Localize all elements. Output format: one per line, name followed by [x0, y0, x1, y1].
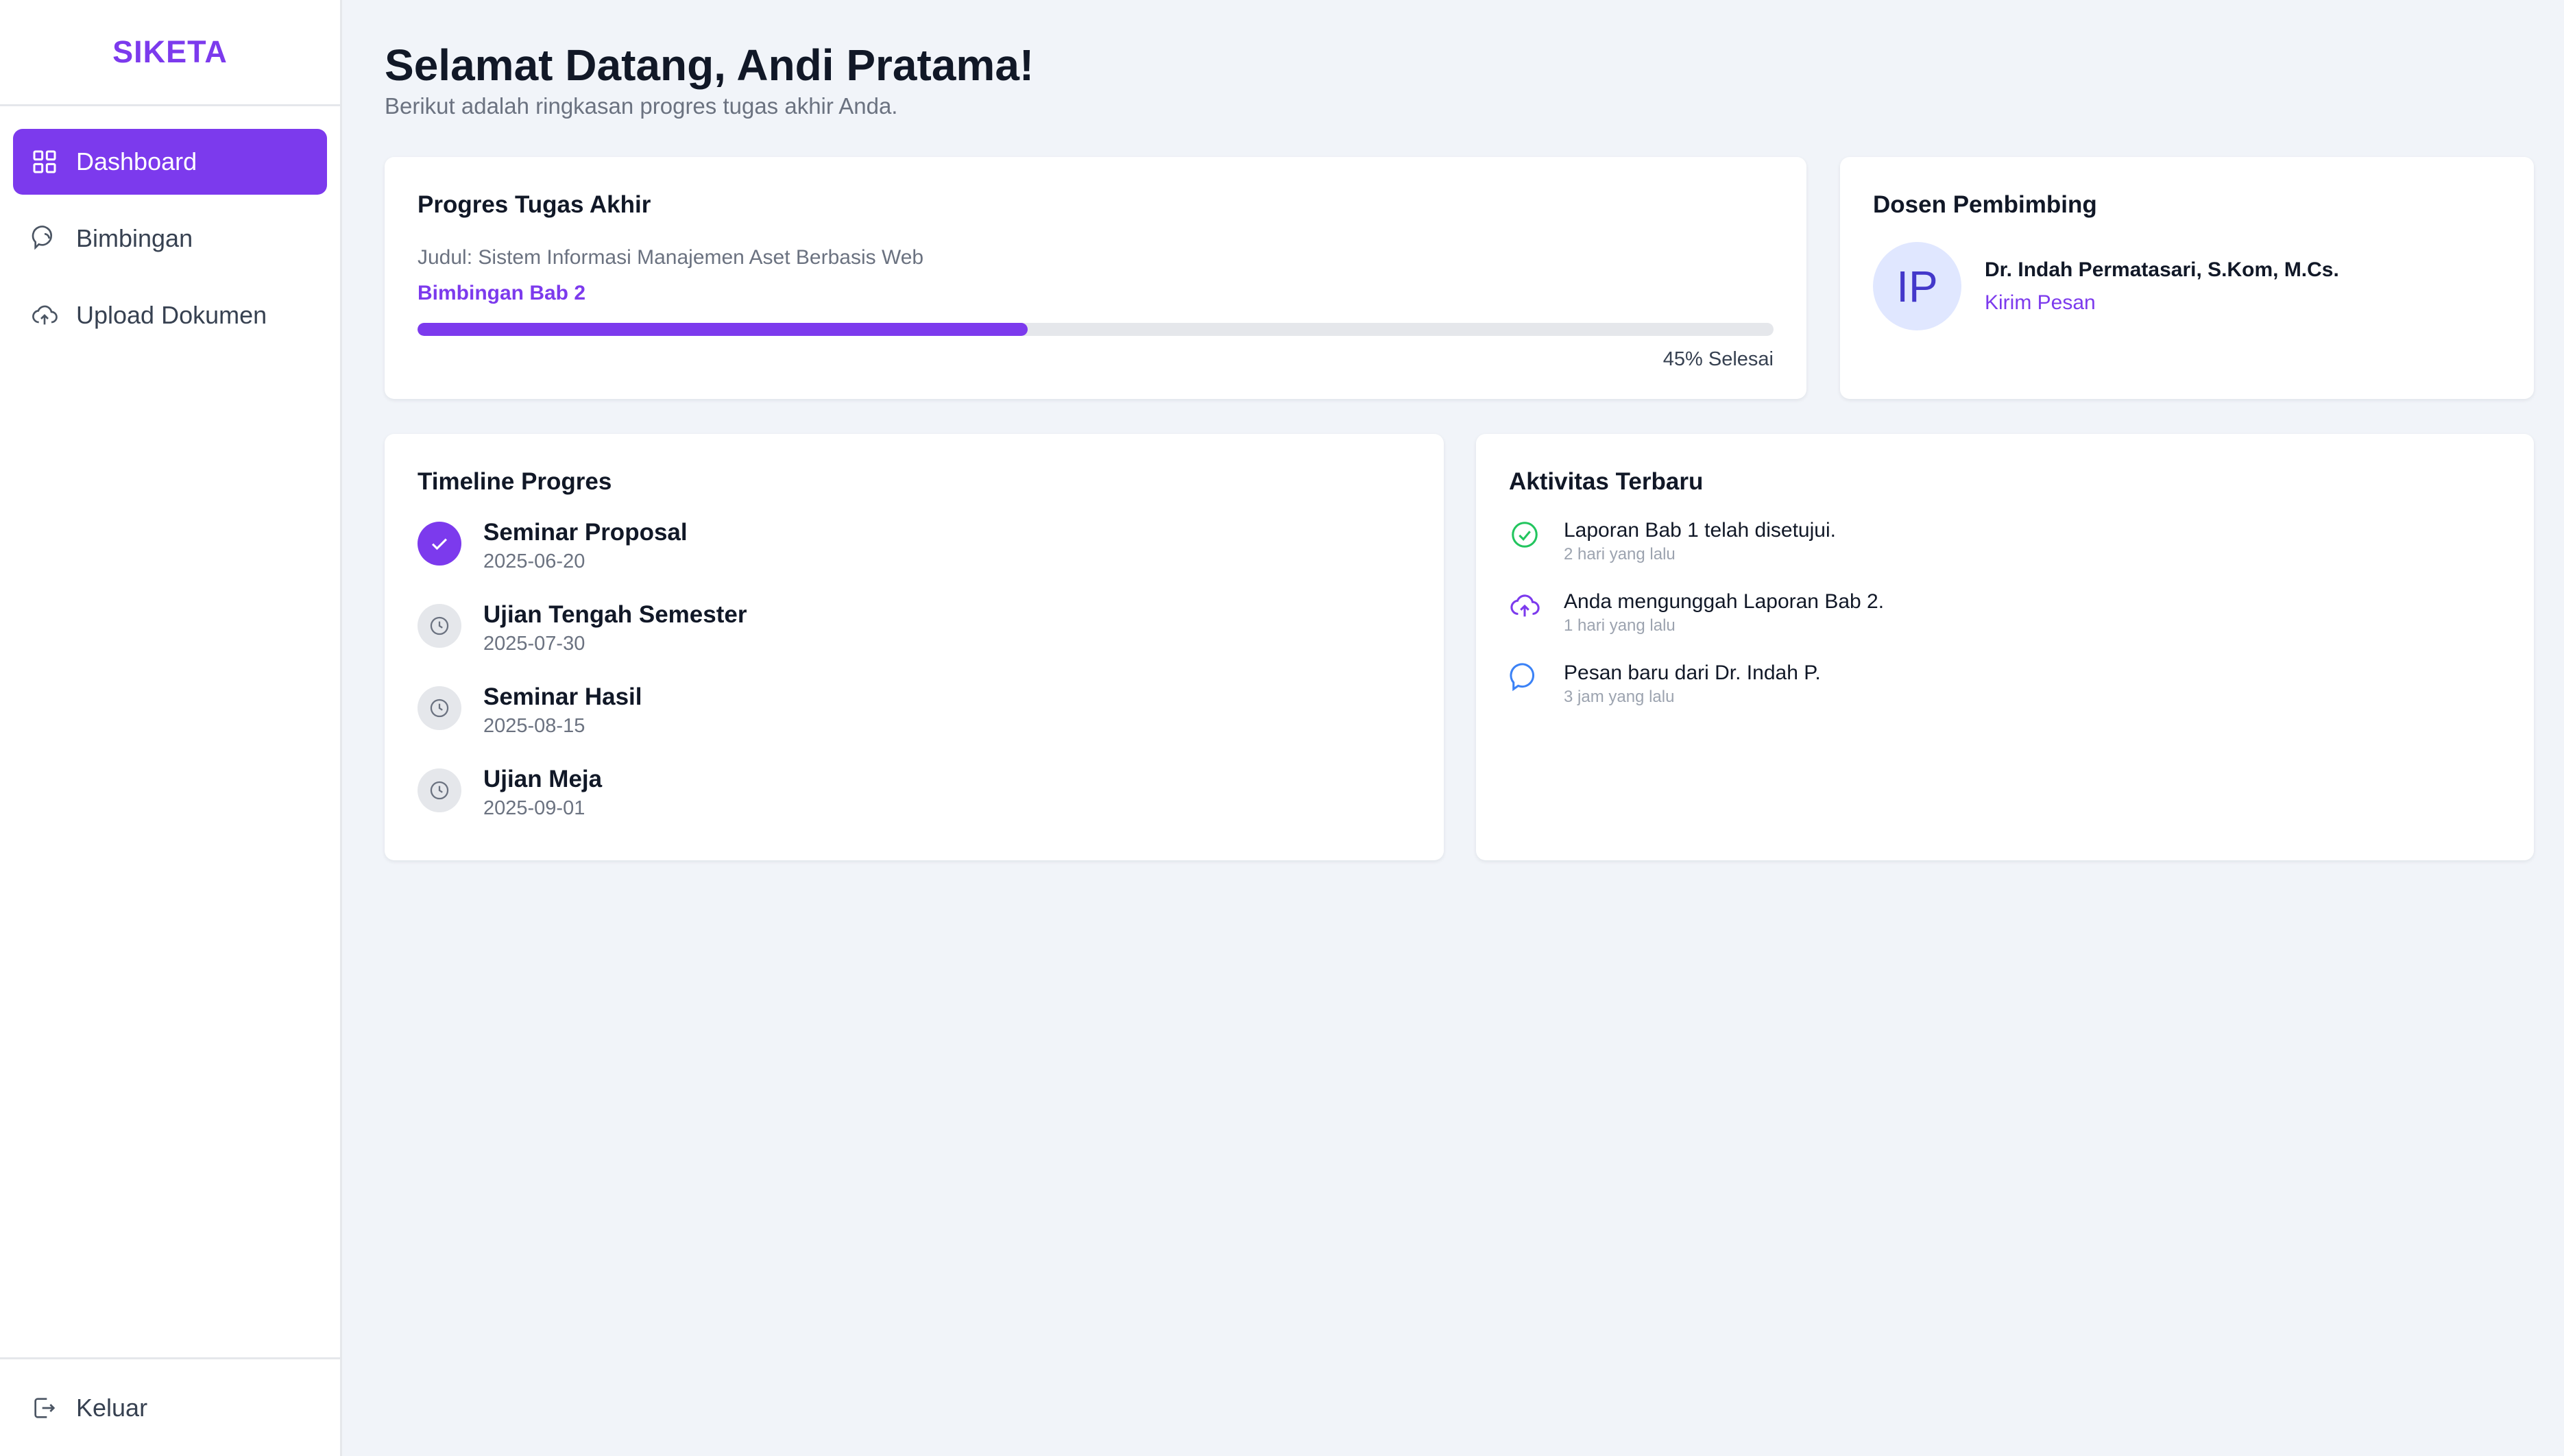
app-root: SIKETA Dashboard Bimbingan Upload Dokume…: [0, 0, 2564, 1456]
timeline-card-title: Timeline Progres: [418, 468, 612, 495]
activity-item: Pesan baru dari Dr. Indah P. 3 jam yang …: [1509, 662, 2501, 733]
sidebar-nav: Dashboard Bimbingan Upload Dokumen: [0, 106, 340, 359]
activity-list: Laporan Bab 1 telah disetujui. 2 hari ya…: [1509, 519, 2501, 733]
check-icon: [418, 522, 461, 566]
sidebar-item-label: Dashboard: [76, 147, 197, 175]
activity-time: 1 hari yang lalu: [1564, 616, 1676, 635]
progress-bar: [418, 323, 1774, 336]
timeline-item-date: 2025-06-20: [483, 550, 585, 572]
timeline-item: Ujian Meja 2025-09-01: [418, 766, 1411, 848]
supervisor-card-title: Dosen Pembimbing: [1873, 191, 2097, 218]
supervisor-name: Dr. Indah Permatasari, S.Kom, M.Cs.: [1985, 258, 2339, 281]
sidebar-item-label: Upload Dokumen: [76, 301, 267, 329]
activity-text: Laporan Bab 1 telah disetujui.: [1564, 519, 1836, 542]
cloud-upload-icon: [1509, 590, 1540, 622]
progress-card: Progres Tugas Akhir Judul: Sistem Inform…: [385, 157, 1806, 399]
activity-time: 2 hari yang lalu: [1564, 545, 1676, 563]
supervisor-card: Dosen Pembimbing IP Dr. Indah Permatasar…: [1840, 157, 2534, 399]
clock-icon: [418, 768, 461, 812]
chat-icon: [31, 225, 58, 252]
timeline-item: Seminar Proposal 2025-06-20: [418, 519, 1411, 601]
activity-item: Laporan Bab 1 telah disetujui. 2 hari ya…: [1509, 519, 2501, 590]
logout-button[interactable]: Keluar: [13, 1375, 327, 1441]
activity-card: Aktivitas Terbaru Laporan Bab 1 telah di…: [1476, 434, 2534, 860]
brand-logo[interactable]: SIKETA: [0, 0, 340, 106]
sidebar: SIKETA Dashboard Bimbingan Upload Dokume…: [0, 0, 342, 1456]
progress-card-title: Progres Tugas Akhir: [418, 191, 651, 218]
timeline-item: Seminar Hasil 2025-08-15: [418, 683, 1411, 766]
activity-time: 3 jam yang lalu: [1564, 688, 1675, 706]
progress-bar-fill: [418, 323, 1028, 336]
sidebar-footer: Keluar: [0, 1357, 340, 1456]
sidebar-item-bimbingan[interactable]: Bimbingan: [13, 206, 327, 271]
current-stage: Bimbingan Bab 2: [418, 282, 586, 304]
sidebar-item-label: Bimbingan: [76, 224, 193, 252]
clock-icon: [418, 686, 461, 730]
progress-percent-label: 45% Selesai: [1662, 348, 1774, 370]
timeline-item-name: Seminar Hasil: [483, 683, 642, 710]
sidebar-item-dashboard[interactable]: Dashboard: [13, 129, 327, 195]
timeline-item-name: Seminar Proposal: [483, 519, 688, 546]
logout-label: Keluar: [76, 1393, 148, 1422]
timeline-item-date: 2025-08-15: [483, 715, 585, 737]
timeline-item-date: 2025-09-01: [483, 797, 585, 819]
main-content: Selamat Datang, Andi Pratama! Berikut ad…: [342, 0, 2564, 1456]
timeline-item-name: Ujian Meja: [483, 766, 603, 792]
timeline-card: Timeline Progres Seminar Proposal 2025-0…: [385, 434, 1444, 860]
supervisor-info: IP Dr. Indah Permatasari, S.Kom, M.Cs. K…: [1873, 242, 2501, 330]
logout-icon: [31, 1394, 58, 1422]
message-icon: [1509, 662, 1540, 693]
timeline-item-date: 2025-07-30: [483, 633, 585, 655]
cloud-upload-icon: [31, 302, 58, 329]
check-circle-icon: [1509, 519, 1540, 550]
thesis-title: Judul: Sistem Informasi Manajemen Aset B…: [418, 246, 924, 269]
timeline-item-name: Ujian Tengah Semester: [483, 601, 747, 628]
avatar: IP: [1873, 242, 1961, 330]
grid-icon: [31, 148, 58, 175]
page-title: Selamat Datang, Andi Pratama!: [385, 40, 1035, 90]
timeline-item: Ujian Tengah Semester 2025-07-30: [418, 601, 1411, 683]
send-message-link[interactable]: Kirim Pesan: [1985, 291, 2339, 315]
timeline-list: Seminar Proposal 2025-06-20 Ujian Tengah…: [418, 519, 1411, 848]
activity-card-title: Aktivitas Terbaru: [1509, 468, 1704, 495]
sidebar-item-upload-dokumen[interactable]: Upload Dokumen: [13, 282, 327, 348]
page-subtitle: Berikut adalah ringkasan progres tugas a…: [385, 93, 898, 119]
activity-item: Anda mengunggah Laporan Bab 2. 1 hari ya…: [1509, 590, 2501, 662]
activity-text: Pesan baru dari Dr. Indah P.: [1564, 662, 1821, 684]
activity-text: Anda mengunggah Laporan Bab 2.: [1564, 590, 1885, 613]
clock-icon: [418, 604, 461, 648]
